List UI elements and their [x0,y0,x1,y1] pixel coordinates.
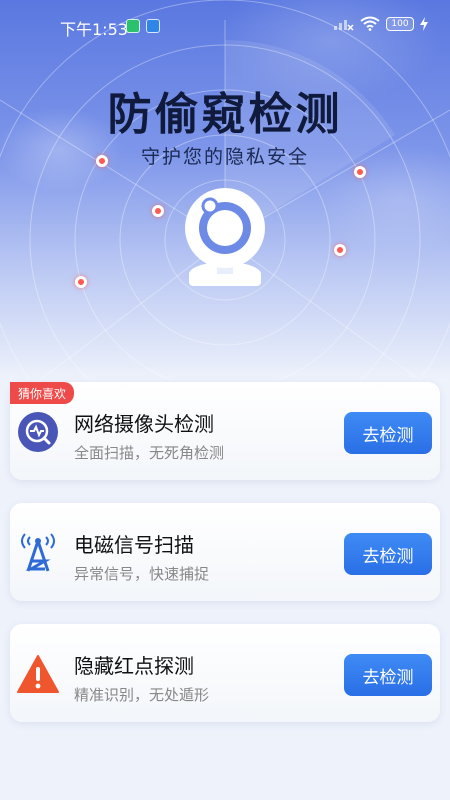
detect-button[interactable]: 去检测 [344,654,432,696]
signal-x-icon [334,19,354,31]
bolt-icon [420,16,428,31]
recommended-tag: 猜你喜欢 [10,382,75,404]
notification-app-icon [146,19,160,33]
card-hidden-red-dot[interactable]: 隐藏红点探测 精准识别，无处遁形 去检测 [10,624,440,722]
status-bar: 下午1:53 100 [0,0,450,52]
card-description: 精准识别，无处遁形 [74,686,210,704]
card-title: 隐藏红点探测 [74,654,194,678]
card-title: 网络摄像头检测 [74,412,214,436]
detect-button[interactable]: 去检测 [344,533,432,575]
card-network-camera[interactable]: 网络摄像头检测 全面扫描，无死角检测 去检测 [10,382,440,480]
page-title: 防偷窥检测 [107,89,343,140]
detect-button[interactable]: 去检测 [344,412,432,454]
card-description: 异常信号，快速捕捉 [74,565,210,583]
detection-dot [75,276,87,288]
wifi-icon [360,16,380,31]
notification-app-icon [126,19,140,33]
card-title: 电磁信号扫描 [74,533,194,557]
warning-triangle-icon [17,655,59,693]
network-camera-icon [18,412,58,452]
webcam-icon [185,188,265,286]
signal-tower-icon [21,533,55,572]
detection-dot [334,244,346,256]
page-subtitle: 守护您的隐私安全 [140,146,309,168]
battery-indicator: 100 [386,16,414,31]
card-em-signal[interactable]: 电磁信号扫描 异常信号，快速捕捉 去检测 [10,503,440,601]
status-time: 下午1:53 [60,20,128,39]
card-description: 全面扫描，无死角检测 [74,444,225,462]
detection-dot [152,205,164,217]
